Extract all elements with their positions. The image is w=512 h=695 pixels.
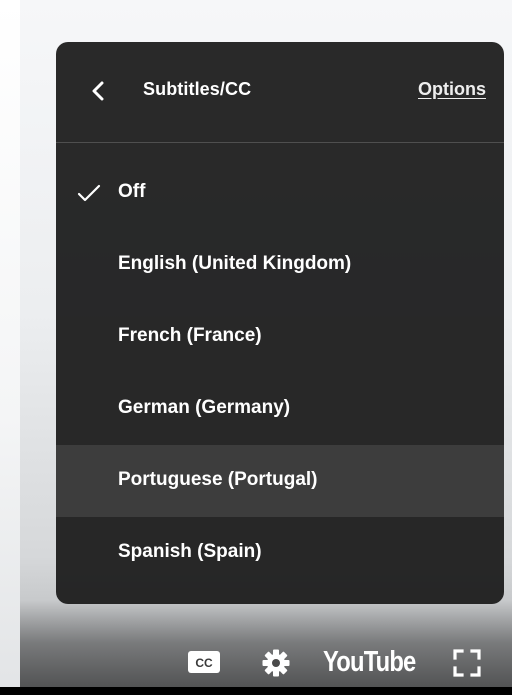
subtitle-option-off[interactable]: Off bbox=[56, 157, 504, 229]
settings-gear-icon[interactable] bbox=[261, 648, 291, 678]
subtitle-option-german[interactable]: German (Germany) bbox=[56, 373, 504, 445]
subtitle-option-label: German (Germany) bbox=[118, 397, 291, 418]
checkmark-icon bbox=[76, 183, 102, 203]
subtitle-option-label: Spanish (Spain) bbox=[118, 541, 262, 562]
player-bottom-edge bbox=[0, 687, 512, 695]
page-edge bbox=[0, 0, 20, 695]
cc-icon-text: CC bbox=[195, 656, 213, 670]
back-chevron-icon[interactable] bbox=[89, 81, 107, 101]
subtitle-option-spanish[interactable]: Spanish (Spain) bbox=[56, 517, 504, 589]
subtitle-options-list: Off English (United Kingdom) French (Fra… bbox=[56, 157, 504, 589]
cc-icon[interactable]: CC bbox=[187, 650, 221, 674]
subtitle-option-label: Off bbox=[118, 181, 146, 202]
player-control-bar: CC YouTube bbox=[20, 632, 512, 687]
subtitle-option-portuguese[interactable]: Portuguese (Portugal) bbox=[56, 445, 504, 517]
subtitle-option-french[interactable]: French (France) bbox=[56, 301, 504, 373]
menu-title: Subtitles/CC bbox=[143, 79, 252, 99]
youtube-logo[interactable]: YouTube bbox=[323, 646, 416, 679]
options-link[interactable]: Options bbox=[418, 79, 486, 100]
subtitle-option-english-uk[interactable]: English (United Kingdom) bbox=[56, 229, 504, 301]
menu-header: Subtitles/CC Options bbox=[56, 42, 504, 143]
subtitles-menu: Subtitles/CC Options Off English (United… bbox=[56, 42, 504, 604]
subtitle-option-label: Portuguese (Portugal) bbox=[118, 469, 318, 490]
fullscreen-icon[interactable] bbox=[452, 648, 482, 678]
subtitle-option-label: English (United Kingdom) bbox=[118, 253, 352, 274]
subtitle-option-label: French (France) bbox=[118, 325, 262, 346]
